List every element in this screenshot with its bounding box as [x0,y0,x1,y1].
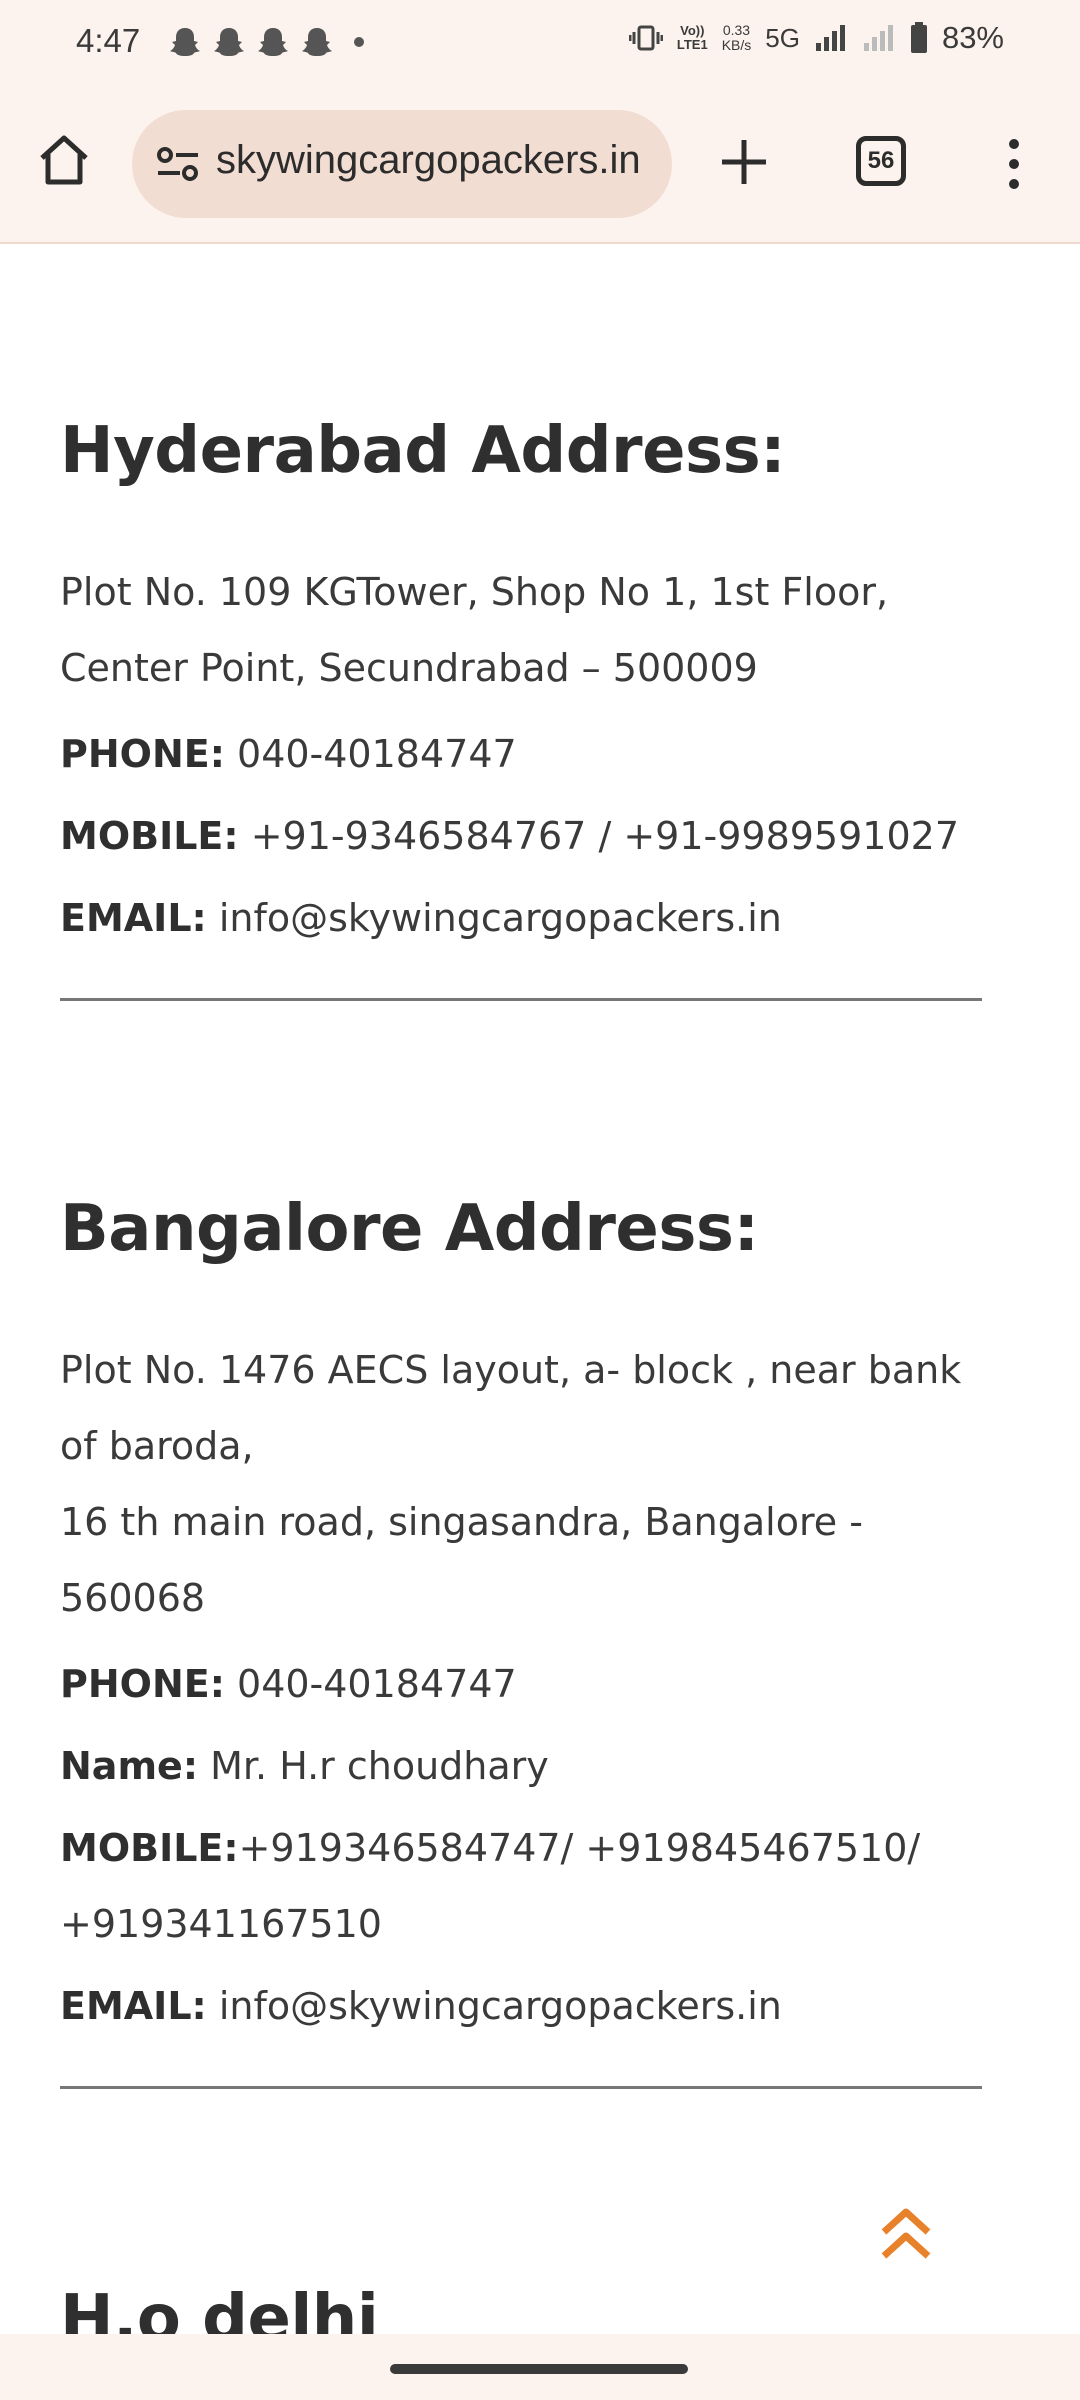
battery-level: 83% [941,20,1004,55]
snapchat-icon [170,28,200,56]
bangalore-mobile: MOBILE:+919346584747/ +919845467510/ +91… [60,1810,960,1962]
hyderabad-phone: PHONE: 040-40184747 [60,716,517,792]
name-value: Mr. H.r choudhary [210,1744,549,1788]
email-label: EMAIL: [60,1984,207,2028]
more-options-icon[interactable] [996,134,1032,194]
system-icons: Vo)) LTE1 0.33 KB/s 5G 83% [628,20,1004,56]
bangalore-address-line1: Plot No. 1476 AECS layout, a- block , ne… [60,1348,962,1468]
battery-icon [910,22,927,53]
lte-label: LTE1 [676,37,708,52]
mobile-label: MOBILE: [60,1826,239,1870]
speed-unit: KB/s [721,37,752,53]
speed-value: 0.33 [722,22,751,38]
email-value[interactable]: info@skywingcargopackers.in [219,896,782,940]
new-tab-icon[interactable] [716,134,772,190]
volte-indicator: Vo)) LTE1 [677,24,708,52]
signal-strength-icon [815,25,845,51]
hyderabad-heading: Hyderabad Address: [60,414,786,488]
url-text[interactable]: skywingcargopackers.in [216,138,658,190]
divider [60,2086,982,2089]
bangalore-address: Plot No. 1476 AECS layout, a- block , ne… [60,1332,1000,1636]
snapchat-icon [214,28,244,56]
browser-toolbar: skywingcargopackers.in 56 [0,90,1080,244]
email-value[interactable]: info@skywingcargopackers.in [219,1984,782,2028]
phone-label: PHONE: [60,1662,225,1706]
phone-label: PHONE: [60,732,225,776]
phone-value[interactable]: 040-40184747 [237,1662,517,1706]
phone-value[interactable]: 040-40184747 [237,732,517,776]
bangalore-heading: Bangalore Address: [60,1192,759,1266]
mobile-value[interactable]: +91-9346584767 / +91-9989591027 [251,814,959,858]
bangalore-contact-name: Name: Mr. H.r choudhary [60,1728,549,1804]
more-notifications-dot-icon [354,37,364,47]
site-settings-icon[interactable] [156,146,200,182]
mobile-label: MOBILE: [60,814,239,858]
status-time: 4:47 [76,22,141,59]
email-label: EMAIL: [60,896,207,940]
snapchat-icon [258,28,288,56]
hyderabad-mobile: MOBILE: +91-9346584767 / +91-9989591027 [60,798,959,874]
snapchat-icon [302,28,332,56]
divider [60,998,982,1001]
volte-label: Vo)) [680,23,705,38]
name-label: Name: [60,1744,199,1788]
hyderabad-address: Plot No. 109 KGTower, Shop No 1, 1st Flo… [60,570,889,690]
bangalore-email: EMAIL: info@skywingcargopackers.in [60,1968,782,2044]
network-type: 5G [765,22,800,53]
status-bar: 4:47 Vo)) LTE1 0.33 KB/s 5G 83% [0,0,1080,90]
hyderabad-email: EMAIL: info@skywingcargopackers.in [60,880,782,956]
system-navigation-bar [0,2334,1080,2400]
bangalore-phone: PHONE: 040-40184747 [60,1646,517,1722]
vibrate-icon [628,25,663,51]
address-bar[interactable]: skywingcargopackers.in [132,110,672,218]
bangalore-address-line2: 16 th main road, singasandra, Bangalore … [60,1500,863,1620]
home-icon[interactable] [36,132,92,188]
notification-icons [170,26,364,58]
signal-strength-secondary-icon [863,25,893,51]
gesture-handle[interactable] [390,2364,688,2374]
tab-switcher-button[interactable]: 56 [856,136,906,186]
network-speed: 0.33 KB/s [722,23,752,53]
scroll-to-top-icon[interactable] [876,2206,936,2262]
